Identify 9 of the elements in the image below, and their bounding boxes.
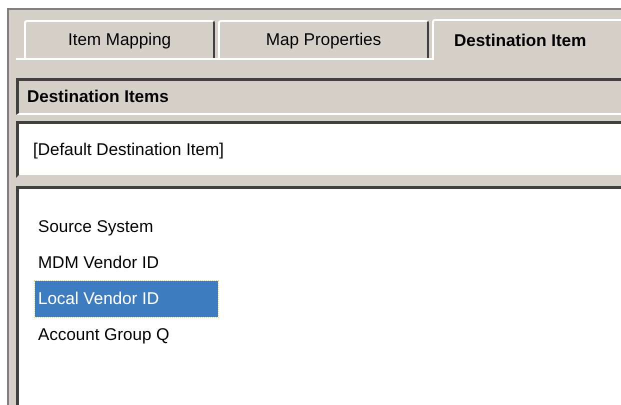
tab[interactable]: Destination Item xyxy=(432,19,621,60)
tab[interactable]: Map Properties xyxy=(218,20,429,58)
panel-header: Destination Items xyxy=(16,78,621,115)
list-item[interactable]: Source System xyxy=(35,209,156,245)
list-item[interactable]: Account Group Q xyxy=(35,317,172,353)
tab[interactable]: Item Mapping xyxy=(24,20,215,58)
default-item-field[interactable]: [Default Destination Item] xyxy=(16,121,621,178)
list-item[interactable]: MDM Vendor ID xyxy=(35,245,162,281)
list-item[interactable]: Local Vendor ID xyxy=(35,281,218,317)
